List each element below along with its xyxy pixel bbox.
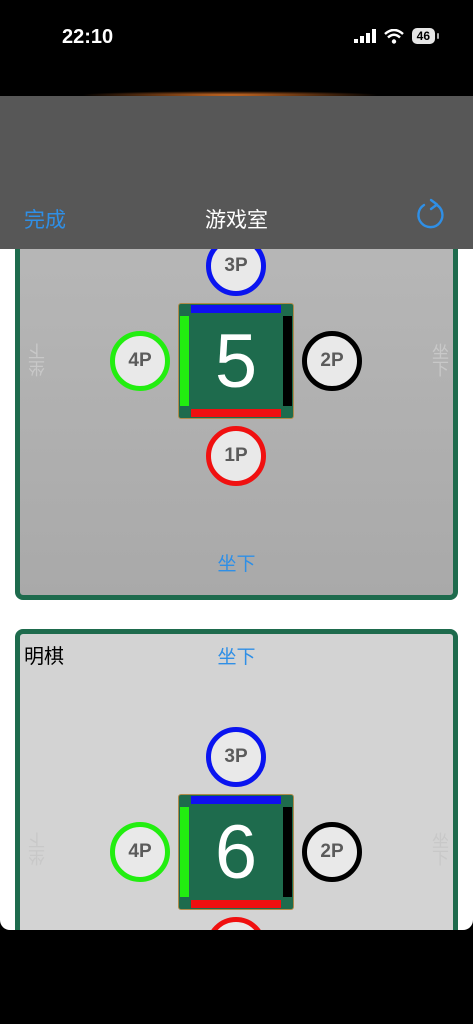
- table-6[interactable]: 6: [178, 794, 294, 910]
- table-5[interactable]: 5: [178, 303, 294, 419]
- page-title: 游戏室: [205, 208, 268, 232]
- status-icons: 46: [353, 28, 440, 44]
- seat-1p-button[interactable]: [206, 917, 266, 930]
- done-button[interactable]: 完成: [24, 204, 66, 234]
- battery-indicator: 46: [411, 28, 440, 44]
- seat-4p-button[interactable]: 4P: [110, 822, 170, 882]
- seat-4p-button[interactable]: 4P: [110, 331, 170, 391]
- sit-down-button[interactable]: 坐下: [20, 549, 453, 576]
- status-bar: 22:10 46: [0, 0, 473, 99]
- right-side-label: 坐下: [428, 832, 448, 866]
- game-room-screen: 游戏室 完成 3P 4P 2P 1P 5 坐下 坐下 坐下 明棋 坐下 3P 4…: [0, 96, 473, 930]
- table-number: 5: [214, 318, 258, 404]
- status-time: 22:10: [62, 26, 114, 48]
- sit-down-button[interactable]: 坐下: [20, 642, 453, 669]
- left-side-label: 坐下: [29, 343, 49, 377]
- seat-3p-button[interactable]: 3P: [206, 727, 266, 787]
- left-side-label: 坐下: [29, 832, 49, 866]
- refresh-icon[interactable]: [415, 198, 447, 232]
- home-indicator-area: [0, 930, 473, 1024]
- wifi-icon: [383, 28, 404, 44]
- seat-2p-button[interactable]: 2P: [302, 822, 362, 882]
- seat-1p-button[interactable]: 1P: [206, 426, 266, 486]
- table-number: 6: [214, 809, 258, 895]
- seat-2p-button[interactable]: 2P: [302, 331, 362, 391]
- signal-icon: [353, 29, 376, 43]
- game-room-card: 明棋 坐下 3P 4P 2P 6 坐下 坐下: [15, 629, 458, 930]
- right-side-label: 坐下: [428, 343, 448, 377]
- navigation-bar: 游戏室 完成: [0, 96, 473, 249]
